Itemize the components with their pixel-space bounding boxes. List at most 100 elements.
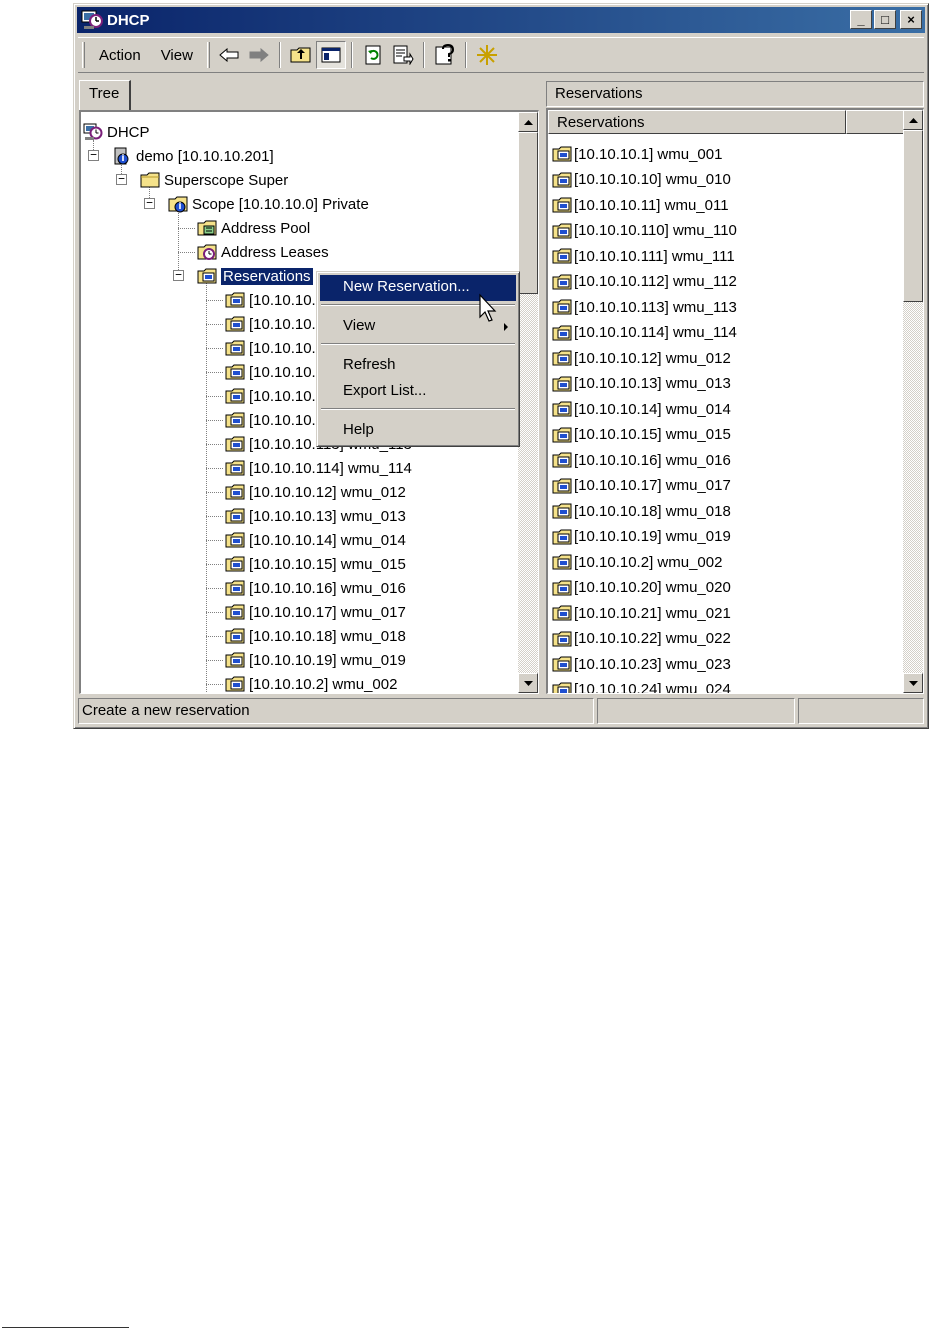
tree-connector (206, 492, 223, 493)
reservation-list-item[interactable]: [10.10.10.14] wmu_014 (552, 397, 731, 421)
reservation-list-item[interactable]: [10.10.10.12] wmu_012 (552, 346, 731, 370)
column-header-blank[interactable] (846, 110, 904, 134)
reservation-list-label: [10.10.10.10] wmu_010 (574, 171, 731, 188)
reservation-list-item[interactable]: [10.10.10.111] wmu_111 (552, 244, 735, 268)
reservation-icon (225, 436, 245, 452)
reservation-list-item[interactable]: [10.10.10.11] wmu_011 (552, 193, 729, 217)
toolbar-separator (422, 42, 425, 68)
menu-view[interactable]: View (151, 47, 203, 64)
reservation-list-item[interactable]: [10.10.10.24] wmu_024 (552, 678, 731, 693)
reservation-list-item[interactable]: [10.10.10.18] wmu_018 (552, 499, 731, 523)
scroll-up-button[interactable] (518, 112, 538, 132)
reservation-icon (225, 388, 245, 404)
minimize-button[interactable]: _ (850, 10, 872, 29)
title-bar[interactable]: DHCP _ □ × (77, 7, 925, 33)
tree-node-server[interactable]: demo [10.10.10.201] (112, 144, 274, 168)
column-header-reservations[interactable]: Reservations (548, 110, 846, 134)
tree-vertical-scrollbar[interactable] (518, 112, 538, 693)
reservation-icon (225, 460, 245, 476)
context-menu-help[interactable]: Help (320, 418, 516, 444)
reservation-list-item[interactable]: [10.10.10.15] wmu_015 (552, 423, 731, 447)
tree-node-reservation-item[interactable]: [10.10.10.19] wmu_019 (225, 648, 406, 672)
results-scroll-up-button[interactable] (903, 110, 923, 130)
toolbar-grip[interactable] (82, 42, 85, 68)
tree-node-superscope[interactable]: Superscope Super (140, 168, 288, 192)
reservation-list-item[interactable]: [10.10.10.2] wmu_002 (552, 550, 722, 574)
back-button[interactable] (214, 41, 244, 69)
reservation-icon (225, 628, 245, 644)
tree-node-reservations[interactable]: Reservations (197, 264, 313, 288)
tree-node-address-leases[interactable]: Address Leases (197, 240, 329, 264)
tab-tree[interactable]: Tree (79, 80, 131, 110)
context-menu-refresh[interactable]: Refresh (320, 353, 516, 379)
help-icon (435, 44, 454, 65)
tree-node-reservation-item[interactable]: [10.10.10.16] wmu_016 (225, 576, 406, 600)
tree-node-reservation-item[interactable]: [10.10.10.2] wmu_002 (225, 672, 397, 693)
reservation-list-item[interactable]: [10.10.10.13] wmu_013 (552, 372, 731, 396)
tree-collapse-toggle[interactable]: − (88, 149, 99, 161)
tree-collapse-toggle[interactable]: − (173, 269, 184, 281)
tree-node-label: Address Pool (221, 219, 311, 237)
export-list-button[interactable] (388, 41, 418, 69)
maximize-button[interactable]: □ (874, 10, 896, 29)
reservation-list-item[interactable]: [10.10.10.21] wmu_021 (552, 601, 731, 625)
reservation-list-label: [10.10.10.1] wmu_001 (574, 145, 723, 163)
console-tree-icon (321, 47, 341, 63)
tree-connector (206, 372, 223, 373)
reservation-icon (552, 682, 572, 693)
show-hide-tree-button[interactable] (315, 41, 346, 69)
menu-action[interactable]: Action (89, 47, 151, 64)
tree-node-reservation-item[interactable]: [10.10.10.13] wmu_013 (225, 504, 406, 528)
tree-scroll-thumb[interactable] (518, 132, 538, 294)
dhcp-icon (83, 123, 103, 140)
tree-node-reservation-item[interactable]: [10.10.10.14] wmu_014 (225, 528, 406, 552)
reservation-list-item[interactable]: [10.10.10.23] wmu_023 (552, 652, 731, 676)
tree-connector (206, 396, 223, 397)
reservation-list-item[interactable]: [10.10.10.17] wmu_017 (552, 474, 731, 498)
toolbar-grip-2[interactable] (206, 42, 210, 68)
forward-button[interactable] (244, 41, 274, 69)
reservation-list-item[interactable]: [10.10.10.22] wmu_022 (552, 627, 731, 651)
tree-node-scope[interactable]: Scope [10.10.10.0] Private (168, 192, 369, 216)
results-scroll-thumb[interactable] (903, 130, 923, 302)
folder-up-icon (290, 47, 311, 63)
reservation-list-item[interactable]: [10.10.10.1] wmu_001 (552, 142, 722, 166)
reservation-icon (225, 580, 245, 596)
new-item-button[interactable] (472, 41, 502, 69)
reservation-list-label: [10.10.10.12] wmu_012 (574, 349, 731, 367)
tree-collapse-toggle[interactable]: − (144, 197, 155, 209)
tree-connector (206, 300, 223, 301)
reservation-list-item[interactable]: [10.10.10.112] wmu_112 (552, 270, 737, 294)
reservation-list-item[interactable]: [10.10.10.113] wmu_113 (552, 295, 737, 319)
scroll-down-button[interactable] (518, 673, 538, 693)
results-list-pane[interactable]: Reservations [10.10.10.1] wmu_001 [10.10.… (546, 108, 924, 694)
reservation-list-item[interactable]: [10.10.10.114] wmu_114 (552, 321, 737, 345)
reservation-list-item[interactable]: [10.10.10.19] wmu_019 (552, 525, 731, 549)
results-scroll-down-button[interactable] (903, 673, 923, 693)
toolbar-separator (350, 42, 353, 68)
tree-collapse-toggle[interactable]: − (116, 173, 127, 185)
refresh-button[interactable] (358, 41, 388, 69)
reservation-list-item[interactable]: [10.10.10.20] wmu_020 (552, 576, 731, 600)
tree-node-reservation-item[interactable]: [10.10.10.12] wmu_012 (225, 480, 406, 504)
tree-connector (206, 324, 223, 325)
tree-node-reservation-item[interactable]: [10.10.10.114] wmu_114 (225, 456, 412, 480)
context-menu-export-list[interactable]: Export List... (320, 379, 516, 405)
reservation-list-item[interactable]: [10.10.10.110] wmu_110 (552, 219, 737, 243)
help-button[interactable] (430, 41, 460, 69)
reservation-list-item[interactable]: [10.10.10.16] wmu_016 (552, 448, 731, 472)
pool-icon (197, 220, 217, 236)
tree-node-reservation-item[interactable]: [10.10.10.17] wmu_017 (225, 600, 406, 624)
tree-node-dhcp[interactable]: DHCP (83, 120, 150, 144)
reservation-icon (225, 292, 245, 308)
results-vertical-scrollbar[interactable] (903, 110, 923, 693)
up-one-level-button[interactable] (286, 41, 316, 69)
reservation-icon (552, 223, 572, 238)
tree-node-address-pool[interactable]: Address Pool (197, 216, 310, 240)
close-button[interactable]: × (900, 10, 922, 29)
tree-node-reservation-item[interactable]: [10.10.10.15] wmu_015 (225, 552, 406, 576)
reservation-list-item[interactable]: [10.10.10.10] wmu_010 (552, 168, 731, 192)
reservation-icon (225, 508, 245, 524)
tree-node-reservation-item[interactable]: [10.10.10.18] wmu_018 (225, 624, 406, 648)
toolbar-separator (464, 42, 467, 68)
